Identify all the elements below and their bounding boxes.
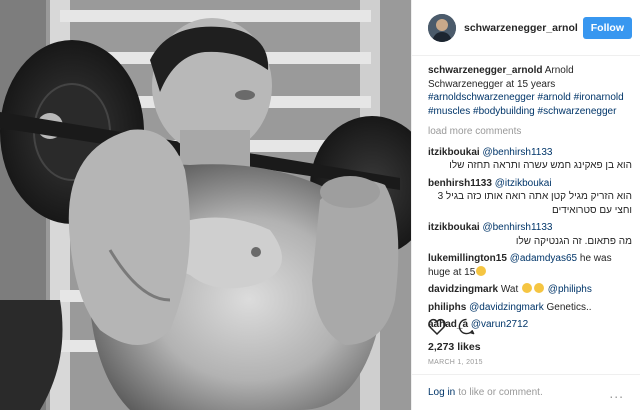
comment: itzikboukai @benhirsh1133 מה פתאום. זה ה…: [428, 221, 632, 248]
follow-button[interactable]: Follow: [582, 16, 632, 39]
post-caption: schwarzenegger_arnold Arnold Schwarzeneg…: [428, 64, 632, 118]
avatar-image: [428, 13, 456, 42]
header-username[interactable]: schwarzenegger_arnol: [464, 22, 583, 34]
post-header: schwarzenegger_arnol Follow: [412, 0, 640, 56]
comment: itzikboukai @benhirsh1133 הוא בן פאקינג …: [428, 146, 632, 173]
caption-username[interactable]: schwarzenegger_arnold: [428, 65, 542, 76]
comment: philiphs @davidzingmark Genetics..: [428, 301, 632, 315]
comment-mention[interactable]: @benhirsh1133: [482, 147, 552, 158]
post-photo[interactable]: [0, 0, 411, 410]
comment-mention[interactable]: @varun2712: [471, 319, 528, 330]
comment-bubble-icon[interactable]: [458, 318, 475, 335]
caption-hashtags[interactable]: #arnoldschwarzenegger #arnold #ironarnol…: [428, 92, 624, 117]
heart-icon[interactable]: [428, 318, 446, 335]
comment-text: Wat: [500, 284, 519, 295]
avatar[interactable]: [428, 13, 456, 42]
comment: lukemillington15 @adamdyas65 he was huge…: [428, 252, 632, 279]
comment-username[interactable]: itzikboukai: [428, 222, 480, 233]
grin-emoji-icon: [522, 283, 533, 293]
instagram-post: schwarzenegger_arnol Follow schwarzenegg…: [0, 0, 640, 410]
comment-mention[interactable]: @davidzingmark: [469, 302, 544, 313]
grin-emoji-icon: [534, 283, 545, 293]
comment-username[interactable]: benhirsh1133: [428, 178, 492, 189]
login-link[interactable]: Log in: [428, 387, 455, 398]
more-options-icon[interactable]: ...: [609, 385, 624, 401]
bodybuilder-photo: [0, 0, 411, 410]
login-prompt-text: to like or comment.: [458, 387, 543, 398]
comment-username[interactable]: davidzingmark: [428, 284, 498, 295]
likes-count[interactable]: 2,273 likes: [428, 341, 481, 353]
load-more-comments[interactable]: load more comments: [428, 125, 632, 139]
comment-mention[interactable]: @benhirsh1133: [482, 222, 552, 233]
comment-mention[interactable]: @philiphs: [548, 284, 592, 295]
comment-text: מה פתאום. זה הגנטיקה שלו: [515, 235, 632, 247]
comment-mention[interactable]: @adamdyas65: [510, 253, 577, 264]
comments-list: schwarzenegger_arnold Arnold Schwarzeneg…: [412, 56, 640, 332]
comment-username[interactable]: lukemillington15: [428, 253, 507, 264]
comment-username[interactable]: philiphs: [428, 302, 466, 313]
laughing-emoji-icon: [476, 265, 487, 276]
comment-username[interactable]: itzikboukai: [428, 147, 480, 158]
comment-text: Genetics..: [546, 301, 592, 313]
login-bar: Log in to like or comment. ...: [412, 374, 640, 410]
post-actions: [428, 318, 475, 335]
comment-text: הוא בן פאקינג חמש עשרה ותראה תחזה שלו: [449, 160, 632, 171]
comment-text: הוא הזריק מגיל קטן אתה רואה אותו כזה בגי…: [437, 191, 632, 216]
side-panel: schwarzenegger_arnol Follow schwarzenegg…: [411, 0, 640, 410]
comment: davidzingmark Wat @philiphs: [428, 283, 632, 297]
comment-mention[interactable]: @itzikboukai: [495, 178, 552, 189]
comment: benhirsh1133 @itzikboukai הוא הזריק מגיל…: [428, 177, 632, 218]
post-date: MARCH 1, 2015: [428, 359, 483, 366]
